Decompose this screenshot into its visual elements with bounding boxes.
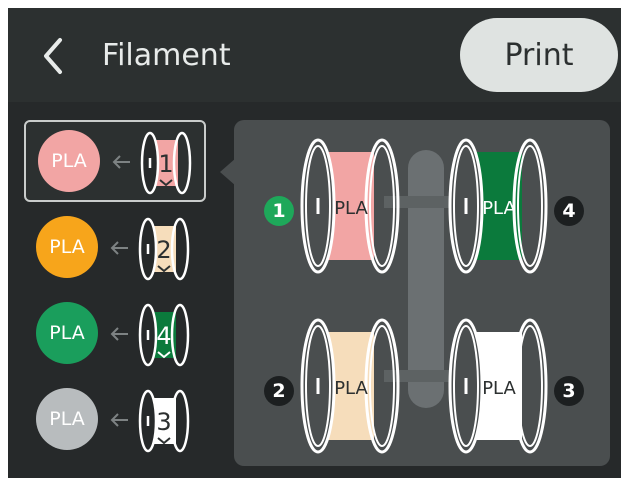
spool-icon: 3 [138, 389, 190, 453]
slot-number: 4 [156, 322, 171, 350]
spool-panel: PLA 1 PLA 4 PLA 2 PLA 3 [234, 120, 610, 466]
slot-badge-4: 4 [554, 196, 584, 226]
arrow-left-icon [110, 413, 128, 427]
slot-badge-1: 1 [264, 196, 294, 226]
slot-row-2[interactable]: PLA 2 [24, 206, 206, 288]
slot-row-4[interactable]: PLA 4 [24, 292, 206, 374]
spool-material: PLA [482, 198, 516, 219]
print-button[interactable]: Print [460, 18, 618, 92]
spool-material: PLA [334, 378, 368, 399]
spool-material: PLA [482, 378, 516, 399]
spool-slot-3[interactable]: PLA [444, 316, 554, 456]
slot-badge-2: 2 [264, 376, 294, 406]
back-button[interactable] [34, 34, 74, 78]
slot-number: 2 [156, 236, 171, 264]
spool-icon: 2 [138, 217, 190, 281]
slot-number: 3 [156, 408, 171, 436]
spool-slot-1[interactable]: PLA [296, 136, 406, 276]
slot-badge-3: 3 [554, 376, 584, 406]
material-circle-4: PLA [36, 302, 98, 364]
arrow-left-icon [110, 327, 128, 341]
material-circle-1: PLA [38, 130, 100, 192]
slot-row-1[interactable]: PLA 1 [24, 120, 206, 202]
material-circle-3: PLA [36, 388, 98, 450]
filament-screen: Filament Print PLA 1 PLA 2 PLA 4 PLA 3 P… [8, 8, 621, 478]
page-title: Filament [102, 38, 231, 73]
arrow-left-icon [110, 241, 128, 255]
spool-material: PLA [334, 198, 368, 219]
slot-number: 1 [158, 150, 173, 178]
header-bar: Filament Print [8, 8, 621, 102]
back-chevron-icon [44, 38, 62, 74]
spool-icon: 4 [138, 303, 190, 367]
arrow-left-icon [112, 155, 130, 169]
spool-slot-4[interactable]: PLA [444, 136, 554, 276]
material-circle-2: PLA [36, 216, 98, 278]
spool-icon: 1 [140, 131, 192, 195]
spool-slot-2[interactable]: PLA [296, 316, 406, 456]
slot-row-3[interactable]: PLA 3 [24, 378, 206, 460]
